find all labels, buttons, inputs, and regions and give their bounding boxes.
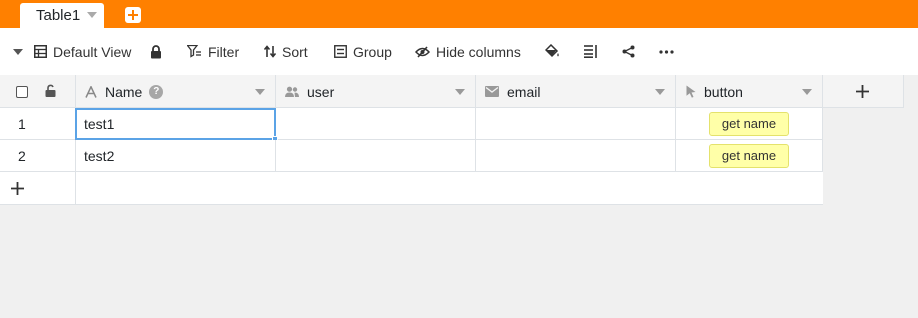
row-index-cell[interactable]: 1 (0, 108, 76, 139)
grid-header: Name ? user email button (0, 75, 904, 108)
view-name: Default View (53, 43, 132, 60)
sort-button[interactable]: Sort (264, 28, 308, 75)
group-icon (334, 45, 347, 58)
share-button[interactable] (622, 28, 635, 75)
tab-table1[interactable]: Table1 (20, 3, 104, 28)
name-cell[interactable]: test2 (76, 140, 276, 171)
column-header-name[interactable]: Name ? (76, 75, 276, 108)
column-name: user (307, 83, 335, 100)
column-name: button (704, 83, 743, 100)
table-row: 1 test1 get name (0, 108, 823, 142)
view-toolbar: Default View Filter Sort Group Hide colu… (0, 28, 918, 75)
caret-down-icon[interactable] (87, 12, 97, 18)
hide-columns-label: Hide columns (436, 43, 521, 60)
lock-view-button[interactable] (150, 28, 162, 75)
column-header-email[interactable]: email (476, 75, 676, 108)
row-index-cell[interactable]: 2 (0, 140, 76, 171)
cell-value: test2 (84, 148, 115, 164)
caret-down-icon[interactable] (802, 89, 812, 95)
help-icon[interactable]: ? (149, 84, 164, 99)
column-name: Name (105, 83, 143, 100)
select-all-checkbox[interactable] (16, 86, 28, 98)
view-selector[interactable]: Default View (13, 28, 131, 75)
row-number: 2 (18, 148, 26, 164)
get-name-button[interactable]: get name (709, 144, 789, 168)
add-column-button[interactable] (823, 75, 904, 108)
caret-down-icon[interactable] (655, 89, 665, 95)
lock-icon (151, 44, 161, 58)
email-cell[interactable] (476, 140, 676, 171)
tab-label: Table1 (36, 7, 81, 24)
add-row[interactable] (0, 172, 823, 205)
user-cell[interactable] (276, 108, 476, 139)
pointer-icon (686, 85, 696, 98)
group-button[interactable]: Group (334, 28, 392, 75)
group-label: Group (353, 43, 392, 60)
plus-icon (856, 85, 869, 98)
user-cell[interactable] (276, 140, 476, 171)
header-select-cell (0, 75, 76, 108)
column-header-button[interactable]: button (676, 75, 823, 108)
unlock-icon[interactable] (45, 84, 56, 98)
plus-icon (11, 182, 24, 195)
column-name: email (507, 83, 541, 100)
text-a-icon (85, 85, 97, 98)
sort-icon (264, 45, 276, 58)
table-icon (34, 45, 47, 58)
column-header-user[interactable]: user (276, 75, 476, 108)
button-cell: get name (676, 140, 823, 171)
hide-columns-button[interactable]: Hide columns (415, 28, 521, 75)
table-row: 2 test2 get name (0, 140, 823, 172)
filter-label: Filter (208, 43, 240, 60)
row-number: 1 (18, 116, 26, 132)
get-name-button[interactable]: get name (709, 112, 789, 136)
filter-button[interactable]: Filter (187, 28, 239, 75)
selected-cell-outline (75, 108, 278, 142)
color-rows-button[interactable] (545, 28, 560, 75)
table-tab-bar: Table1 (0, 0, 918, 28)
row-height-icon (584, 45, 597, 58)
paint-bucket-icon (545, 44, 559, 58)
eye-slash-icon (415, 45, 430, 58)
more-button[interactable] (659, 28, 674, 75)
email-cell[interactable] (476, 108, 676, 139)
users-icon (285, 86, 299, 97)
mail-icon (485, 86, 499, 97)
more-icon (659, 49, 674, 54)
caret-down-icon[interactable] (255, 89, 265, 95)
add-row-button[interactable] (0, 172, 76, 204)
share-icon (622, 45, 635, 58)
caret-down-icon (13, 48, 23, 55)
button-cell: get name (676, 108, 823, 139)
plus-square-icon[interactable] (125, 7, 141, 23)
row-height-button[interactable] (584, 28, 598, 75)
sort-label: Sort (282, 43, 308, 60)
filter-icon (187, 45, 201, 58)
caret-down-icon[interactable] (455, 89, 465, 95)
